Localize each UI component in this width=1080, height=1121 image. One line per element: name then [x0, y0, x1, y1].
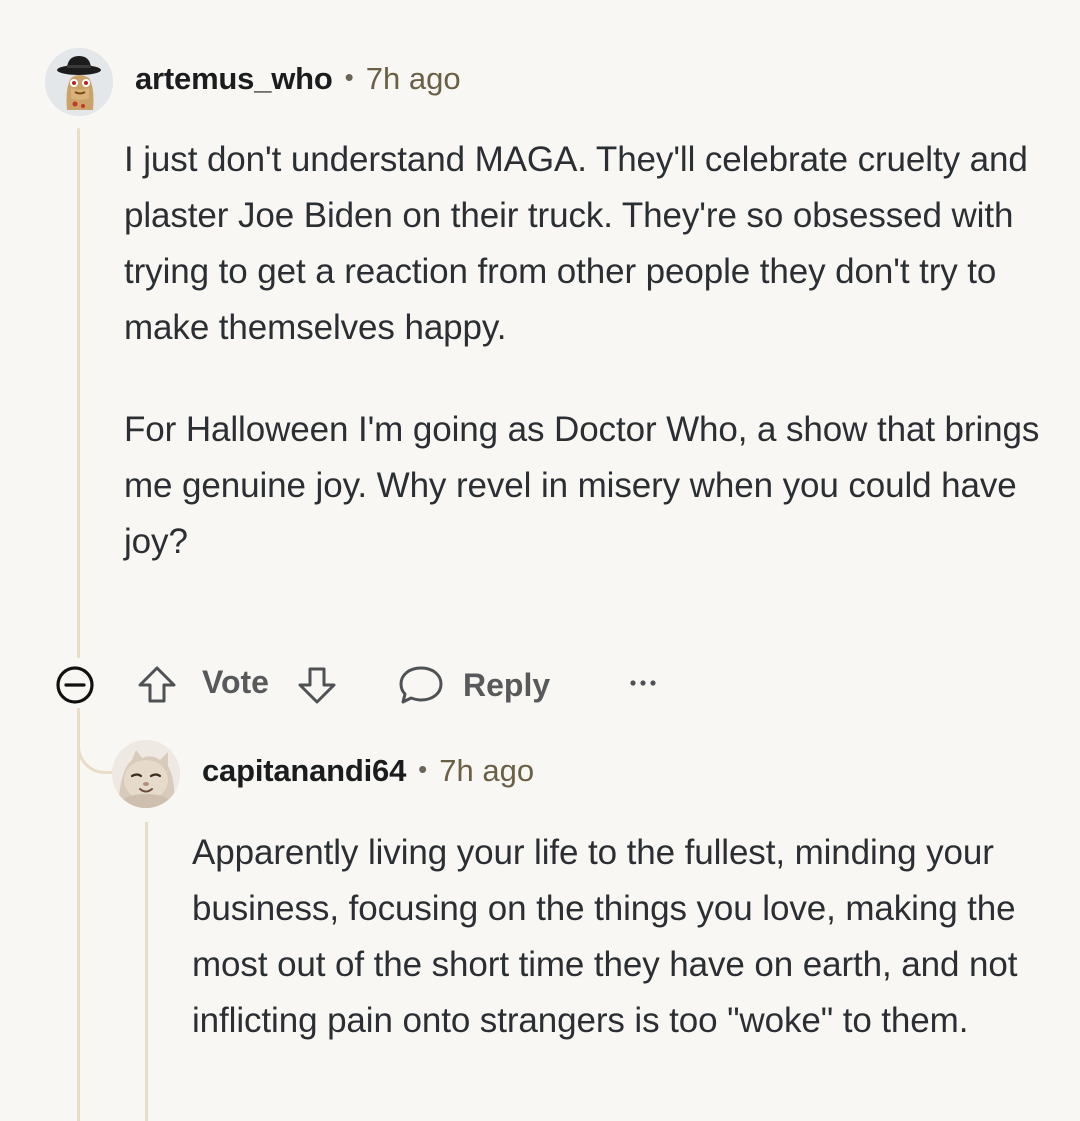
thread-line: [77, 128, 80, 658]
reply-thread-line: [145, 822, 148, 1121]
avatar[interactable]: [45, 48, 113, 116]
reply-connector-line: [77, 708, 113, 774]
minus-circle-icon: [56, 666, 94, 704]
vote-count: Vote: [202, 664, 269, 700]
arrow-down-icon: [298, 667, 336, 704]
comment-body: I just don't understand MAGA. They'll ce…: [124, 132, 1054, 570]
comment-paragraph: I just don't understand MAGA. They'll ce…: [124, 140, 1028, 347]
speech-bubble-icon: [399, 666, 443, 704]
reply-meta: capitanandi64 • 7h ago: [202, 753, 534, 789]
ellipsis-icon: [630, 680, 656, 686]
downvote-button[interactable]: [294, 662, 340, 708]
reply-button[interactable]: Reply: [397, 660, 550, 710]
separator-dot: •: [418, 754, 428, 784]
separator-dot: •: [344, 62, 354, 92]
username[interactable]: artemus_who: [135, 61, 333, 97]
cartoon-avatar-with-hat-icon: [45, 48, 113, 116]
timestamp[interactable]: 7h ago: [366, 61, 461, 97]
reply-username[interactable]: capitanandi64: [202, 753, 406, 789]
comment-action-bar: Vote Reply: [52, 652, 752, 716]
reply-timestamp[interactable]: 7h ago: [439, 753, 534, 789]
reply-label: Reply: [463, 666, 551, 703]
comment-meta: artemus_who • 7h ago: [135, 61, 461, 97]
collapse-button[interactable]: [52, 662, 98, 708]
reply-paragraph: Apparently living your life to the fulle…: [192, 833, 1018, 1040]
arrow-up-icon: [138, 666, 176, 703]
more-options-button[interactable]: [620, 660, 666, 706]
comment-paragraph: For Halloween I'm going as Doctor Who, a…: [124, 410, 1040, 561]
reply-body: Apparently living your life to the fulle…: [192, 825, 1072, 1049]
thread-line-continuation: [77, 708, 80, 1121]
reply-avatar[interactable]: [112, 740, 180, 808]
upvote-button[interactable]: [134, 662, 180, 708]
cat-photo-avatar-icon: [112, 740, 180, 808]
